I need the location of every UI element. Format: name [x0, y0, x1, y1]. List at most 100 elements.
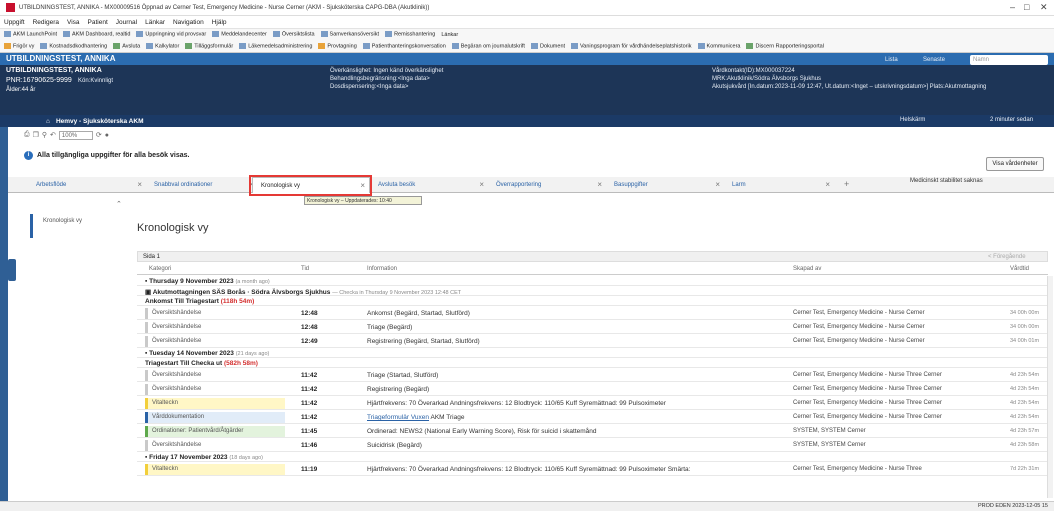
- toolbar-item[interactable]: Begäran om journalutskrift: [451, 42, 525, 49]
- col-created-by[interactable]: Skapad av: [793, 266, 821, 272]
- care-time-cell: 34 00h 00m: [1010, 310, 1040, 316]
- tab-larm[interactable]: Larm ×: [724, 177, 834, 193]
- care-time-cell: 34 00h 00m: [1010, 324, 1040, 330]
- toolbar-item[interactable]: Dokument: [530, 42, 565, 49]
- segment-header: Triagestart Till Checka ut (582h 58m): [145, 360, 258, 367]
- toolbar-item[interactable]: AKM Dashboard, realtid: [63, 31, 130, 38]
- close-icon[interactable]: ×: [825, 177, 830, 193]
- tab-arbetsflode[interactable]: Arbetsflöde ×: [28, 177, 146, 193]
- minimize-button[interactable]: –: [1010, 2, 1015, 12]
- menu-item[interactable]: Länkar: [145, 19, 165, 26]
- recent-button[interactable]: Senaste: [923, 57, 945, 63]
- close-icon[interactable]: ×: [597, 177, 602, 193]
- toolbar-item[interactable]: Avsluta: [113, 42, 140, 49]
- toolbar-item[interactable]: Tilläggsformulär: [185, 42, 233, 49]
- tab-overrapportering[interactable]: Överrapportering ×: [488, 177, 606, 193]
- tab-basuppgifter[interactable]: Basuppgifter ×: [606, 177, 724, 193]
- search-input[interactable]: Namn: [970, 55, 1048, 65]
- toolbar-item[interactable]: AKM LaunchPoint: [4, 31, 57, 38]
- toolbar-item[interactable]: Frigör vy: [4, 42, 34, 49]
- close-icon[interactable]: ×: [715, 177, 720, 193]
- back-icon[interactable]: ↶: [50, 131, 56, 139]
- list-button[interactable]: Lista: [885, 57, 898, 63]
- menu-bar: Uppgift Redigera Visa Patient Journal Lä…: [0, 16, 1054, 28]
- close-icon[interactable]: ×: [137, 177, 142, 193]
- refresh-status[interactable]: 2 minuter sedan: [990, 117, 1033, 123]
- toolbar-item[interactable]: Samverkansöversikt: [320, 31, 379, 38]
- timeline-event-row: Översiktshändelse 11:42 Triage (Startad, S…: [137, 369, 1048, 382]
- created-by-cell: Cerner Test, Emergency Medicine - Nurse …: [793, 310, 925, 316]
- col-time[interactable]: Tid: [301, 266, 309, 272]
- close-icon[interactable]: ×: [479, 177, 484, 193]
- date-note: — Checka in Thursday 9 November 2023 12:…: [332, 290, 462, 296]
- time-cell: 11:42: [301, 400, 318, 407]
- timeline-group-row: Ankomst Till Triagestart (118h 54m): [137, 297, 1048, 306]
- patient-gender: Kön:Kvinnligt: [78, 78, 114, 84]
- toolbar-item[interactable]: Provtagning: [318, 42, 357, 49]
- care-time-cell: 4d 23h 54m: [1010, 414, 1040, 420]
- menu-item[interactable]: Journal: [116, 19, 137, 26]
- toolbar-item[interactable]: Kalkylator: [146, 42, 179, 49]
- timeline-event-row: Ordinationer: Patientvård/Åtgärder 11:45 O…: [137, 425, 1048, 438]
- page-indicator: Sida 1 < Föregående: [137, 251, 1048, 262]
- form-link[interactable]: Triageformulär Vuxen: [367, 414, 429, 421]
- refresh-icon[interactable]: ⟳: [96, 131, 102, 139]
- toolbar-item[interactable]: Vaningsprogram för vårdhändelseplatshist…: [571, 42, 692, 49]
- medical-stability[interactable]: Medicinskt stabilitet saknas: [910, 178, 983, 184]
- time-cell: 11:42: [301, 386, 318, 393]
- patient-pnr: PNR:16790625-9999: [6, 77, 72, 84]
- col-care-time[interactable]: Vårdtid: [1010, 266, 1029, 272]
- toolbar-item[interactable]: Patienthanteringskonversation: [362, 42, 446, 49]
- category-cell: Ordinationer: Patientvård/Åtgärder: [145, 426, 285, 437]
- page-toolbar: ⎙ ❐ ⚲ ↶ 100% ⟳ ●: [24, 129, 109, 141]
- toolbar-item[interactable]: Uppringning vid provsvar: [136, 31, 206, 38]
- timeline-event-row: Översiktshändelse 12:49 Registrering (Begä…: [137, 335, 1048, 348]
- menu-item[interactable]: Hjälp: [212, 19, 227, 26]
- home-icon[interactable]: ⌂: [46, 118, 50, 125]
- time-cell: 11:19: [301, 466, 318, 473]
- menu-item[interactable]: Visa: [67, 19, 80, 26]
- menu-item[interactable]: Navigation: [173, 19, 204, 26]
- menu-item[interactable]: Redigera: [33, 19, 59, 26]
- add-tab-icon[interactable]: +: [844, 179, 849, 189]
- toolbar-item[interactable]: Kostnadsdkodhantering: [40, 42, 107, 49]
- col-category[interactable]: Kategori: [149, 266, 171, 272]
- date-header: ▪ Friday 17 November 2023 (18 days ago): [145, 454, 263, 461]
- close-button[interactable]: ✕: [1040, 2, 1048, 13]
- toolbar-item[interactable]: Länkar: [441, 32, 458, 38]
- print-icon[interactable]: ⎙: [24, 131, 30, 139]
- tab-avsluta-besok[interactable]: Avsluta besök ×: [370, 177, 488, 193]
- zoom-select[interactable]: 100%: [58, 130, 93, 140]
- left-nav-item[interactable]: Kronologisk vy: [30, 214, 116, 238]
- toolbar-item[interactable]: Översiktslista: [272, 31, 315, 38]
- copy-icon[interactable]: ❐: [33, 131, 39, 139]
- menu-item[interactable]: Patient: [88, 19, 108, 26]
- show-units-button[interactable]: Visa vårdenheter: [986, 157, 1044, 171]
- info-cell: Suicidrisk (Begärd): [367, 442, 422, 449]
- maximize-button[interactable]: □: [1024, 2, 1029, 12]
- care-time-cell: 4d 23h 54m: [1010, 386, 1040, 392]
- toolbar-item[interactable]: Kommunicera: [697, 42, 740, 49]
- toolbar-item[interactable]: Läkemedelsadministrering: [239, 42, 312, 49]
- collapse-icon[interactable]: ⌃: [116, 200, 122, 208]
- scrollbar[interactable]: [1047, 276, 1053, 498]
- search-icon[interactable]: ⚲: [42, 131, 47, 139]
- col-info[interactable]: Information: [367, 266, 397, 272]
- visit-mrk: MRK:Akutklinik/Södra Älvsborgs Sjukhus: [712, 76, 822, 82]
- circle-icon[interactable]: ●: [105, 132, 109, 139]
- prev-page[interactable]: < Föregående: [988, 252, 1026, 262]
- toolbar-item[interactable]: Meddelandecenter: [212, 31, 267, 38]
- created-by-cell: Cerner Test, Emergency Medicine - Nurse …: [793, 324, 925, 330]
- toolbar-item[interactable]: Discern Rapporteringsportal: [746, 42, 824, 49]
- timeline-event-row: Översiktshändelse 11:46 Suicidrisk (Begärd…: [137, 439, 1048, 452]
- fullscreen-button[interactable]: Helskärm: [900, 117, 925, 123]
- date-note: (a month ago): [235, 279, 270, 285]
- date-note: (18 days ago): [229, 455, 263, 461]
- side-panel-handle[interactable]: [8, 259, 16, 281]
- menu-item[interactable]: Uppgift: [4, 19, 25, 26]
- category-cell: Översiktshändelse: [145, 384, 285, 395]
- highlight-box: [249, 175, 372, 196]
- toolbar-item[interactable]: Remisshantering: [385, 31, 435, 38]
- banner-header-name: UTBILDNINGSTEST, ANNIKA: [6, 54, 116, 63]
- tab-snabbval[interactable]: Snabbval ordinationer×: [146, 177, 258, 193]
